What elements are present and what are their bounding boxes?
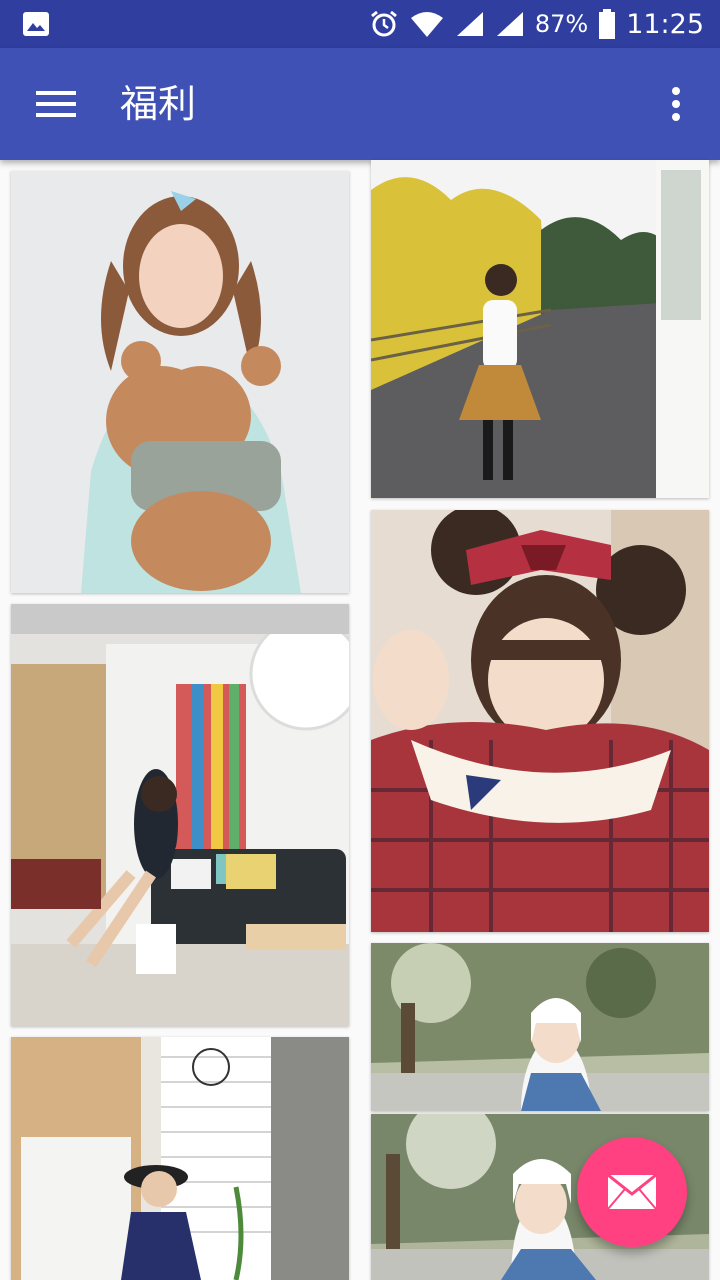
status-icons: 87% 11:25: [369, 0, 704, 48]
photo-card[interactable]: [371, 510, 709, 932]
battery-icon: [599, 9, 616, 39]
page-title: 福利: [120, 82, 197, 126]
signal-icon: [456, 12, 483, 36]
photo-girl-in-yellow-skirt-outdoors: [371, 160, 709, 498]
photo-card[interactable]: [11, 171, 349, 593]
photo-card[interactable]: [371, 943, 709, 1111]
compose-email-button[interactable]: [577, 1137, 687, 1247]
photo-girl-with-teddy-bear: [11, 171, 349, 593]
battery-percentage: 87%: [534, 10, 589, 38]
status-bar: 87% 11:25: [0, 0, 720, 48]
alarm-icon: [370, 10, 397, 37]
clock: 11:25: [626, 8, 704, 40]
photo-card[interactable]: [371, 160, 709, 498]
more-vert-icon[interactable]: [666, 86, 686, 122]
image-icon: [23, 12, 49, 36]
photo-card[interactable]: [11, 604, 349, 1026]
photo-girl-in-living-room: [11, 604, 349, 1026]
signal-icon: [496, 12, 523, 36]
menu-icon[interactable]: [36, 89, 76, 119]
photo-girl-in-hat-storefront: [11, 1037, 349, 1280]
photo-girl-in-hood-forest: [371, 943, 709, 1111]
email-icon: [607, 1174, 657, 1210]
photo-girl-with-bear-ears-plaid-dress: [371, 510, 709, 932]
wifi-icon: [410, 12, 443, 37]
app-bar: 福利: [0, 48, 720, 160]
photo-card[interactable]: [11, 1037, 349, 1280]
